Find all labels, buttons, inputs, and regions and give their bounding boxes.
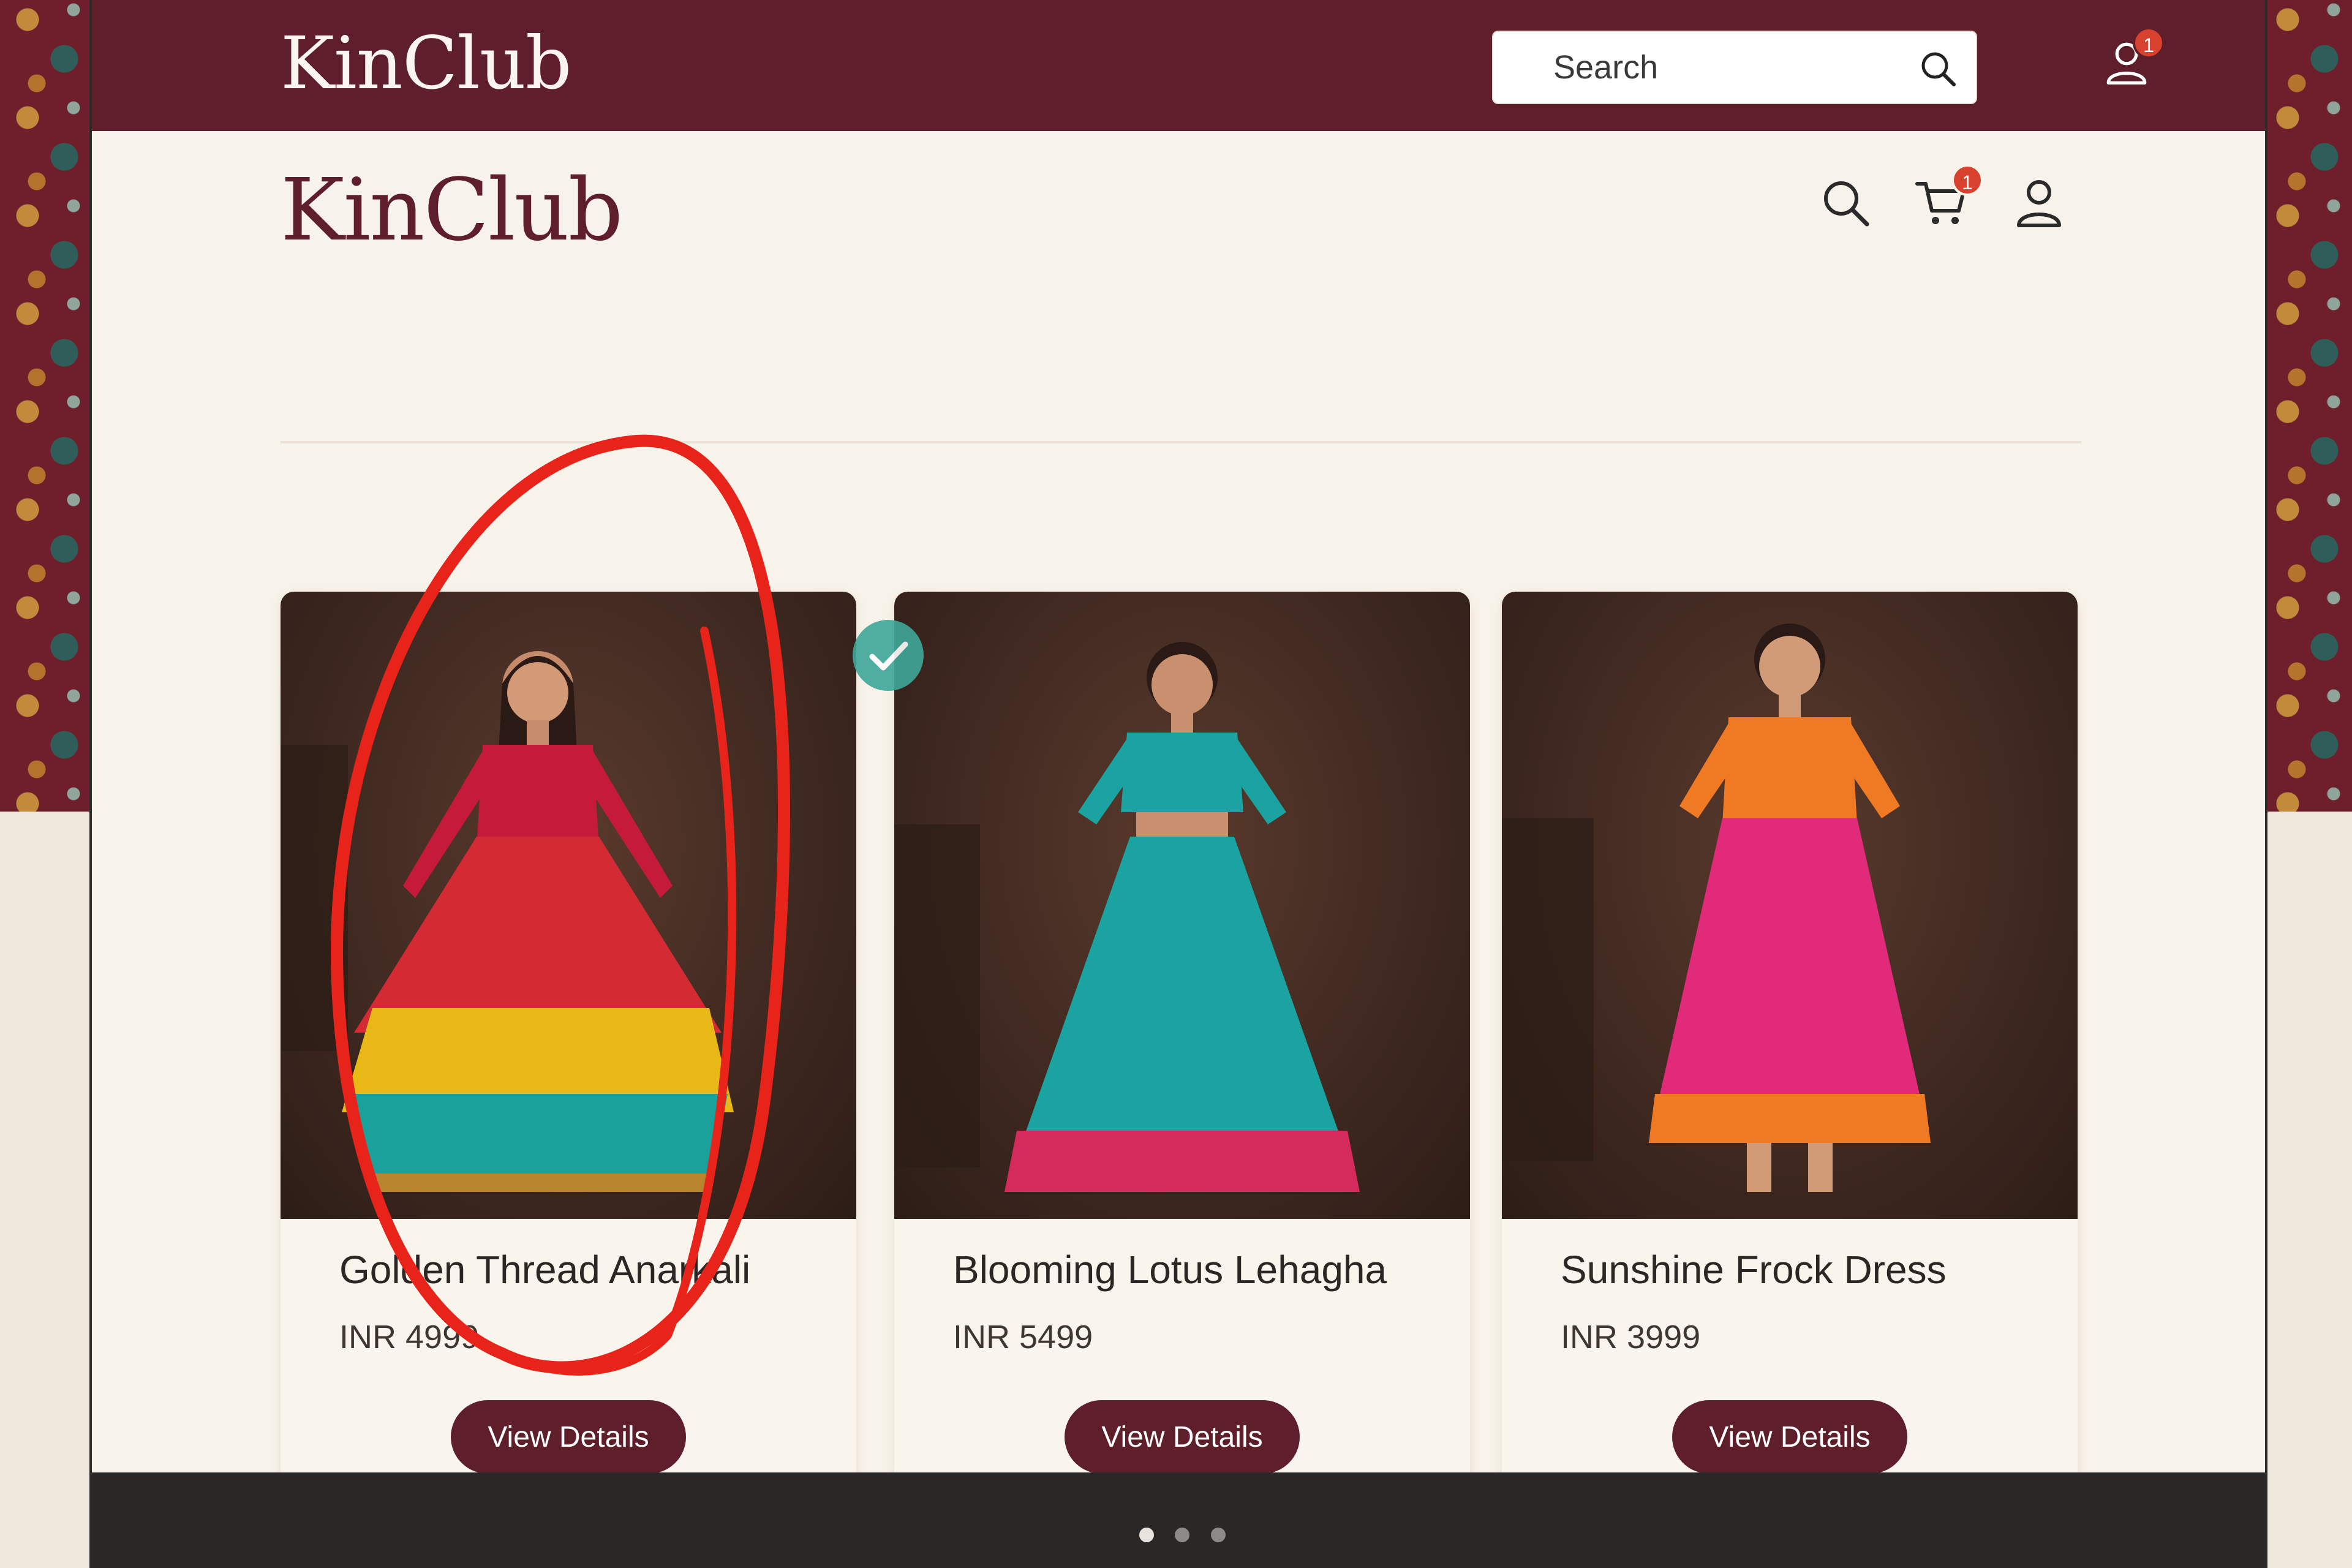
carousel-dot-1[interactable] xyxy=(1139,1528,1154,1542)
product-title[interactable]: Sunshine Frock Dress xyxy=(1561,1247,1947,1292)
check-icon xyxy=(853,641,924,693)
product-price: INR 4999 xyxy=(339,1319,480,1355)
page-margin-left xyxy=(0,812,92,1568)
product-image[interactable] xyxy=(894,592,1470,1219)
product-price: INR 3999 xyxy=(1561,1319,1701,1355)
account-button[interactable]: 1 xyxy=(2101,27,2165,96)
selected-check-badge xyxy=(853,620,924,691)
product-image[interactable] xyxy=(1502,592,2078,1219)
carousel-dot-2[interactable] xyxy=(1175,1528,1190,1542)
cart-icon xyxy=(1913,182,1969,233)
user-icon xyxy=(2101,42,2152,91)
carousel-pagination xyxy=(1139,1528,1244,1545)
user-icon[interactable] xyxy=(2011,175,2067,230)
product-title[interactable]: Golden Thread Anarkali xyxy=(339,1247,750,1292)
product-image[interactable] xyxy=(281,592,856,1219)
notification-badge: 1 xyxy=(2133,27,2165,59)
cart-badge: 1 xyxy=(1951,164,1983,196)
search-icon[interactable] xyxy=(1818,175,1873,230)
product-price: INR 5499 xyxy=(953,1319,1093,1355)
top-navigation-bar: KinClub 1 xyxy=(92,0,2265,131)
product-card[interactable]: Blooming Lotus Lehagha INR 5499 View Det… xyxy=(894,592,1470,1486)
search-input[interactable] xyxy=(1493,32,1976,103)
search-box[interactable] xyxy=(1492,31,1977,104)
page-margin-right xyxy=(2260,812,2352,1568)
decorative-side-pattern-right xyxy=(2260,0,2352,812)
view-details-button[interactable]: View Details xyxy=(1672,1400,1907,1474)
view-details-button[interactable]: View Details xyxy=(1065,1400,1300,1474)
cart-button[interactable]: 1 xyxy=(1913,164,1983,233)
view-details-button[interactable]: View Details xyxy=(451,1400,686,1474)
browser-frame: KinClub 1 KinClub xyxy=(89,0,2267,1568)
section-divider xyxy=(281,441,2081,443)
search-icon[interactable] xyxy=(1918,49,1958,88)
decorative-side-pattern-left xyxy=(0,0,92,812)
brand-logo[interactable]: KinClub xyxy=(281,160,623,260)
carousel-dot-3[interactable] xyxy=(1210,1528,1226,1542)
product-card[interactable]: Golden Thread Anarkali INR 4999 View Det… xyxy=(281,592,856,1486)
product-card[interactable]: Sunshine Frock Dress INR 3999 View Detai… xyxy=(1502,592,2078,1486)
brand-logo-top[interactable]: KinClub xyxy=(281,21,571,105)
site-header: KinClub 1 xyxy=(92,131,2265,315)
footer-bar xyxy=(92,1472,2265,1568)
product-title[interactable]: Blooming Lotus Lehagha xyxy=(953,1247,1387,1292)
